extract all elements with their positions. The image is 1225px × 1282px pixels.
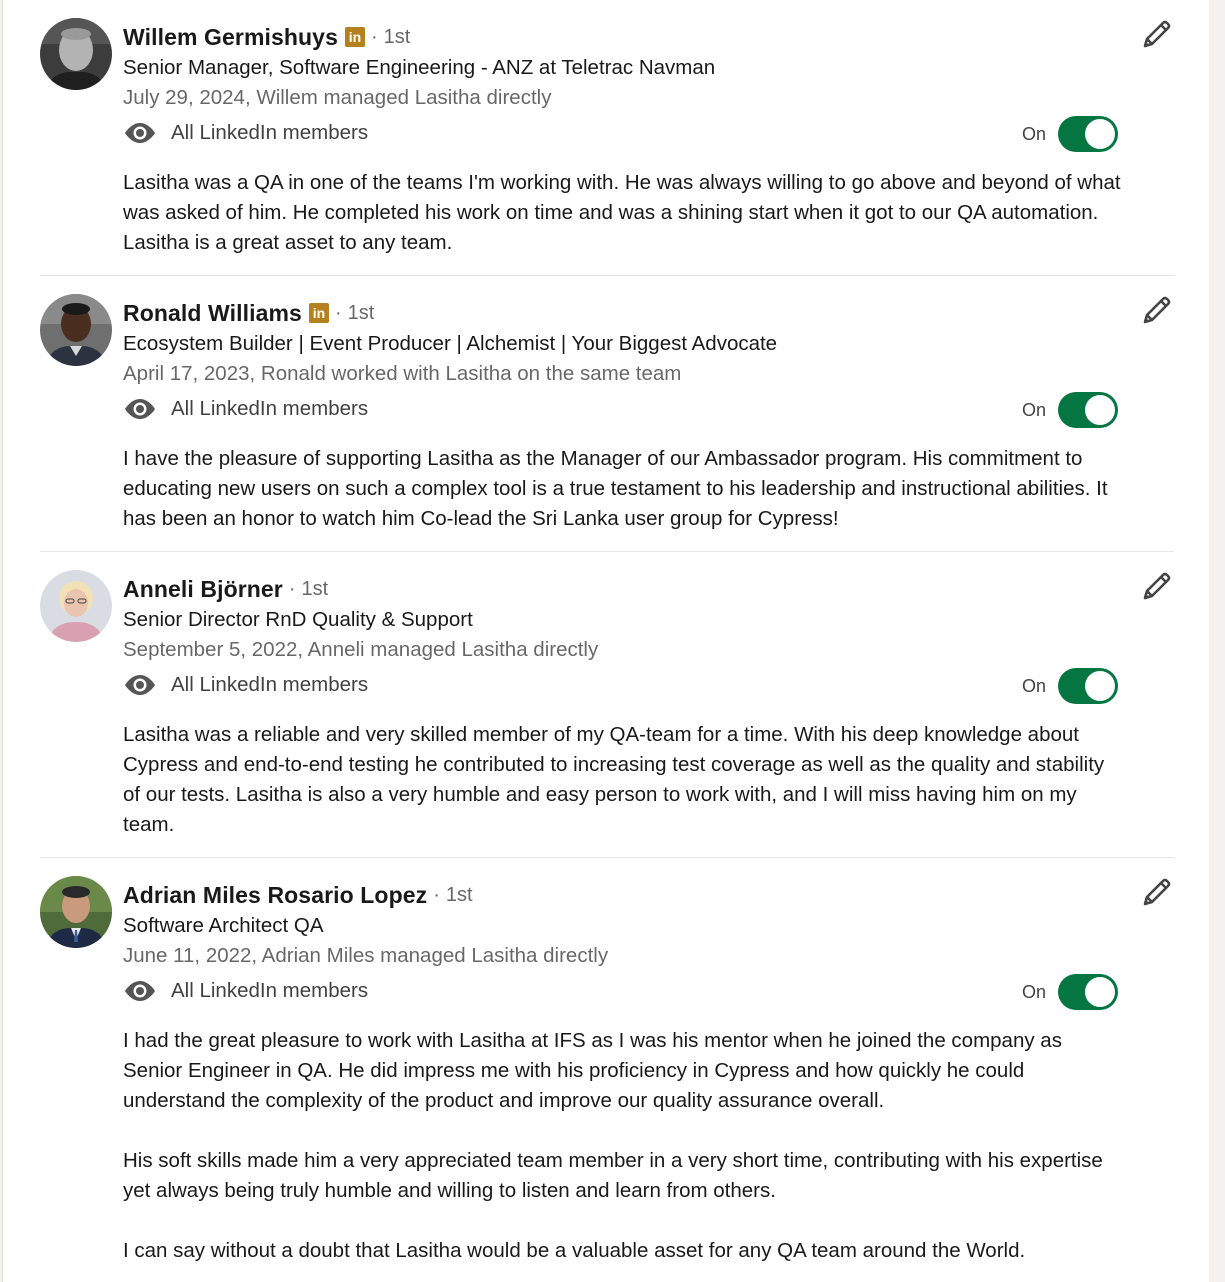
- toggle-label: On: [1022, 981, 1047, 1002]
- pencil-icon[interactable]: [1139, 570, 1173, 604]
- recommender-headline: Ecosystem Builder | Event Producer | Alc…: [123, 332, 778, 355]
- eye-icon: [125, 675, 155, 695]
- recommendation-paragraph: Lasitha was a reliable and very skilled …: [123, 723, 1105, 836]
- connection-degree: 1st: [347, 301, 375, 324]
- divider: [40, 551, 1174, 552]
- show-recommendation-toggle[interactable]: [1058, 668, 1119, 704]
- show-recommendation-toggle[interactable]: [1058, 392, 1119, 428]
- recommendation-date-relation: June 11, 2022, Adrian Miles managed Lasi…: [123, 944, 609, 967]
- show-recommendation-toggle[interactable]: [1058, 116, 1119, 152]
- linkedin-premium-badge-icon: in: [344, 27, 365, 47]
- recommender-name[interactable]: Willem Germishuys: [123, 24, 338, 51]
- recommender-headline: Software Architect QA: [123, 914, 324, 937]
- recommendation-paragraph: I can say without a doubt that Lasitha w…: [123, 1239, 1026, 1262]
- recommendation-text: Lasitha was a reliable and very skilled …: [123, 720, 1123, 840]
- recommender-headline: Senior Director RnD Quality & Support: [123, 608, 473, 631]
- toggle-label: On: [1022, 123, 1047, 144]
- eye-icon: [125, 981, 155, 1001]
- visibility-label: All LinkedIn members: [171, 121, 369, 144]
- avatar[interactable]: [40, 876, 112, 948]
- connection-degree: 1st: [383, 25, 411, 48]
- toggle-label: On: [1022, 399, 1047, 420]
- scrollbar-track[interactable]: [1209, 0, 1225, 1282]
- connection-degree: 1st: [445, 883, 473, 906]
- recommendation-date-relation: September 5, 2022, Anneli managed Lasith…: [123, 638, 599, 661]
- recommender-name[interactable]: Ronald Williams: [123, 300, 302, 327]
- eye-icon: [125, 399, 155, 419]
- connection-degree: 1st: [301, 577, 329, 600]
- visibility-setting: All LinkedIn members: [123, 116, 368, 150]
- recommendation-paragraph: I have the pleasure of supporting Lasith…: [123, 447, 1108, 530]
- visibility-setting: All LinkedIn members: [123, 974, 368, 1008]
- visibility-setting: All LinkedIn members: [123, 668, 368, 702]
- recommendations-panel: Willem Germishuys in · 1st Senior Manager…: [2, 0, 1210, 1282]
- visibility-label: All LinkedIn members: [171, 673, 369, 696]
- pencil-icon[interactable]: [1139, 876, 1173, 910]
- visibility-setting: All LinkedIn members: [123, 392, 368, 426]
- visibility-label: All LinkedIn members: [171, 979, 369, 1002]
- recommender-headline: Senior Manager, Software Engineering - A…: [123, 56, 716, 79]
- avatar[interactable]: [40, 570, 112, 642]
- recommendation-paragraph: Lasitha was a QA in one of the teams I'm…: [123, 171, 1121, 254]
- recommendation-date-relation: April 17, 2023, Ronald worked with Lasit…: [123, 362, 682, 385]
- recommender-name[interactable]: Adrian Miles Rosario Lopez: [123, 882, 427, 909]
- recommendation-text: I had the great pleasure to work with La…: [123, 1026, 1123, 1266]
- avatar[interactable]: [40, 294, 112, 366]
- recommendation-text: Lasitha was a QA in one of the teams I'm…: [123, 168, 1123, 258]
- avatar[interactable]: [40, 18, 112, 90]
- eye-icon: [125, 123, 155, 143]
- recommendation-text: I have the pleasure of supporting Lasith…: [123, 444, 1123, 534]
- toggle-label: On: [1022, 675, 1047, 696]
- show-recommendation-toggle[interactable]: [1058, 974, 1119, 1010]
- recommendation-paragraph: His soft skills made him a very apprecia…: [123, 1149, 1103, 1202]
- pencil-icon[interactable]: [1139, 18, 1173, 52]
- divider: [40, 275, 1174, 276]
- recommendation-paragraph: I had the great pleasure to work with La…: [123, 1029, 1062, 1112]
- pencil-icon[interactable]: [1139, 294, 1173, 328]
- recommendation-date-relation: July 29, 2024, Willem managed Lasitha di…: [123, 86, 552, 109]
- recommender-name[interactable]: Anneli Björner: [123, 576, 283, 603]
- linkedin-premium-badge-icon: in: [308, 303, 329, 323]
- divider: [40, 857, 1174, 858]
- visibility-label: All LinkedIn members: [171, 397, 369, 420]
